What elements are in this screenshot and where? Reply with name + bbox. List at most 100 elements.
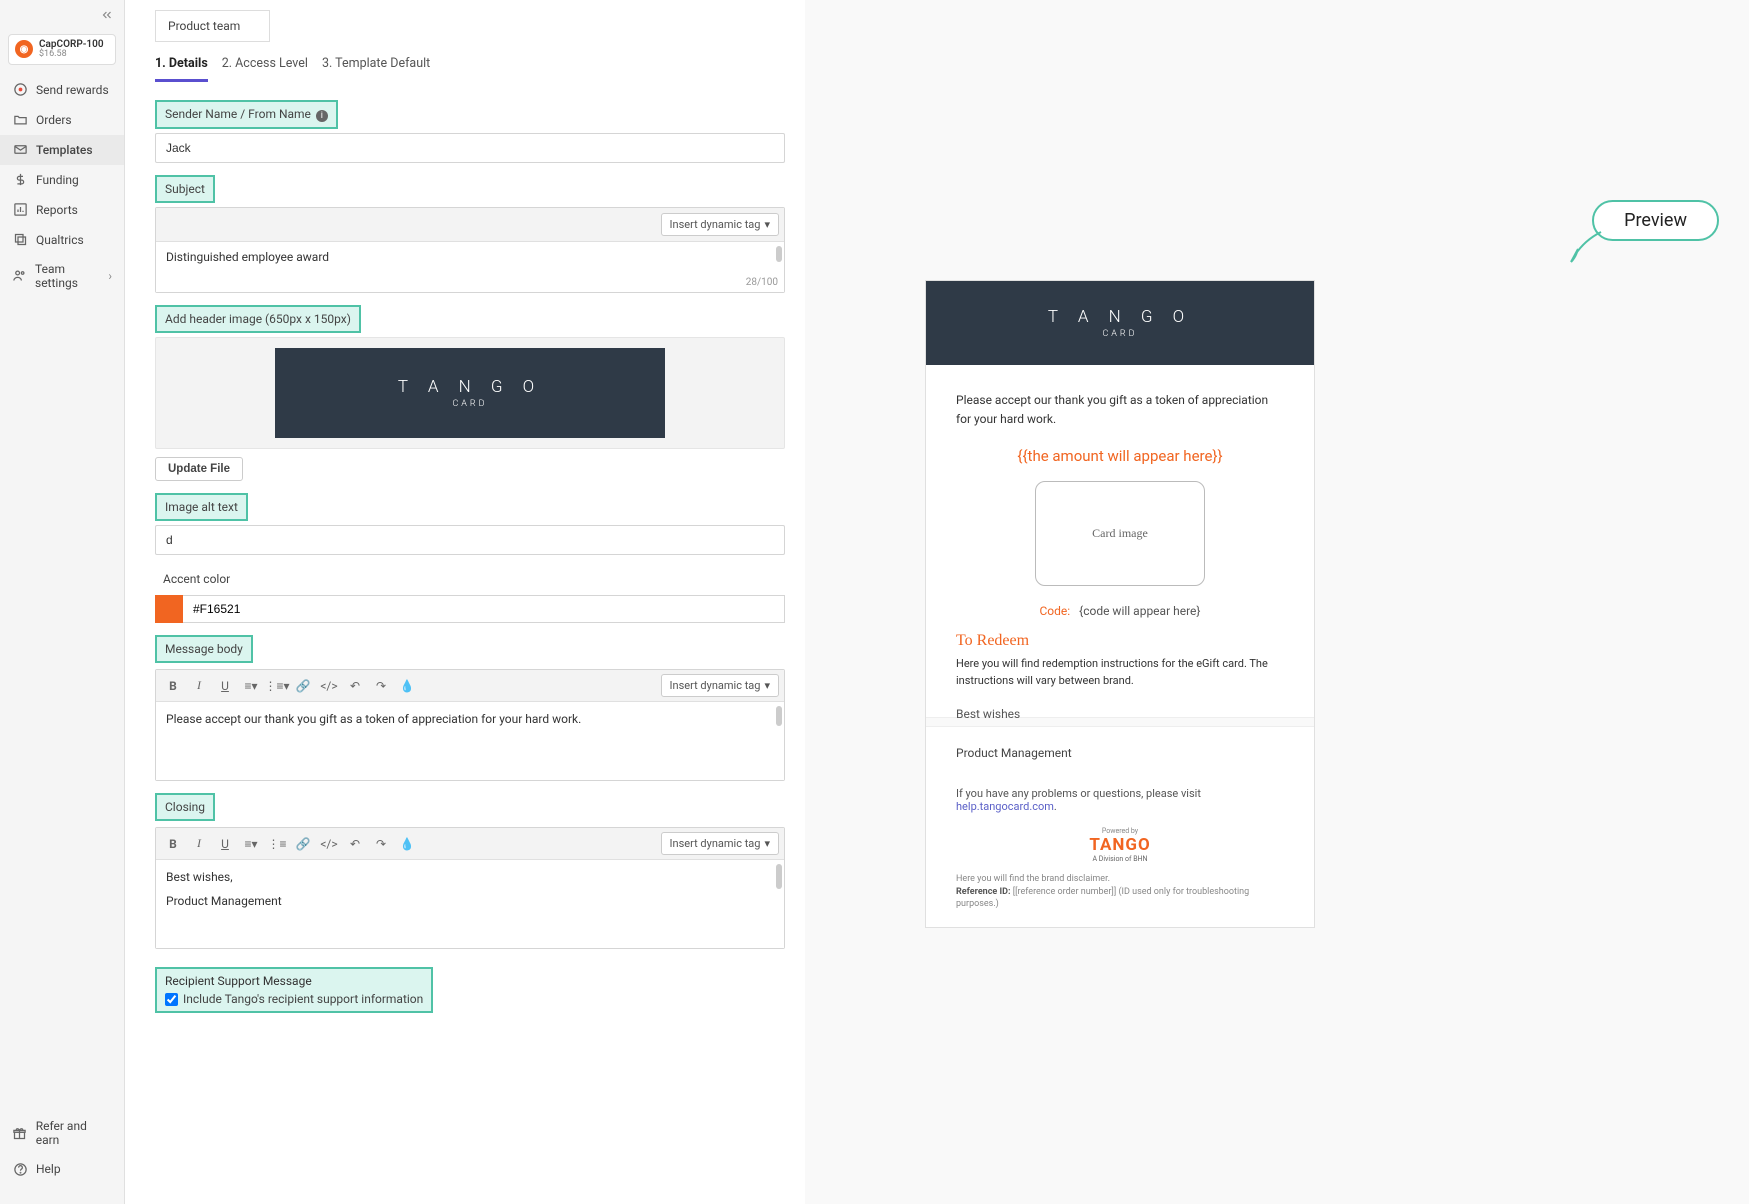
preview-closing: Product Management bbox=[956, 743, 1284, 765]
gift-icon bbox=[12, 1125, 28, 1141]
code-button[interactable]: </> bbox=[317, 833, 341, 855]
sidebar-item-send-rewards[interactable]: Send rewards bbox=[0, 75, 124, 105]
chevron-down-icon: ▾ bbox=[764, 218, 770, 231]
preview-message: Please accept our thank you gift as a to… bbox=[956, 391, 1284, 429]
preview-code-row: Code: {code will appear here} bbox=[956, 604, 1284, 618]
color-button[interactable]: 💧 bbox=[395, 833, 419, 855]
sidebar-item-help[interactable]: Help bbox=[0, 1154, 124, 1184]
preview-callout: Preview bbox=[1592, 200, 1719, 241]
accent-color-input[interactable] bbox=[183, 595, 785, 623]
template-name-field[interactable]: Product team bbox=[155, 10, 270, 42]
sidebar-item-qualtrics[interactable]: Qualtrics bbox=[0, 225, 124, 255]
include-support-checkbox-row[interactable]: Include Tango's recipient support inform… bbox=[165, 992, 423, 1006]
preview-redeem-text: Here you will find redemption instructio… bbox=[956, 656, 1284, 689]
label-alt-text: Image alt text bbox=[155, 493, 248, 521]
accent-color-swatch[interactable] bbox=[155, 595, 183, 623]
tab-details[interactable]: 1. Details bbox=[155, 56, 208, 82]
color-button[interactable]: 💧 bbox=[395, 675, 419, 697]
italic-button[interactable]: I bbox=[187, 833, 211, 855]
preview-redeem-title: To Redeem bbox=[956, 632, 1284, 650]
folder-icon bbox=[12, 112, 28, 128]
target-icon bbox=[12, 82, 28, 98]
redo-button[interactable]: ↷ bbox=[369, 675, 393, 697]
chevron-down-icon: ▾ bbox=[764, 837, 770, 850]
header-image-upload[interactable]: T A N G O CARD bbox=[155, 337, 785, 449]
org-logo-icon: ◉ bbox=[15, 40, 33, 58]
ordered-list-button[interactable]: ≡▾ bbox=[239, 833, 263, 855]
label-subject: Subject bbox=[155, 175, 215, 203]
scrollbar[interactable] bbox=[776, 246, 782, 262]
italic-button[interactable]: I bbox=[187, 675, 211, 697]
scrollbar[interactable] bbox=[776, 706, 782, 726]
users-icon bbox=[12, 268, 27, 284]
sidebar-label: Orders bbox=[36, 113, 72, 127]
label-sender: Sender Name / From Name i bbox=[155, 100, 338, 129]
sidebar-item-funding[interactable]: Funding bbox=[0, 165, 124, 195]
org-selector[interactable]: ◉ CapCORP-100 $16.58 bbox=[8, 34, 116, 65]
chart-icon bbox=[12, 202, 28, 218]
dollar-icon bbox=[12, 172, 28, 188]
sidebar-label: Funding bbox=[36, 173, 79, 187]
chevron-down-icon: ▾ bbox=[764, 679, 770, 692]
closing-input[interactable]: Best wishes, Product Management bbox=[156, 860, 784, 948]
code-button[interactable]: </> bbox=[317, 675, 341, 697]
tab-template-default[interactable]: 3. Template Default bbox=[322, 56, 430, 82]
bold-button[interactable]: B bbox=[161, 833, 185, 855]
subject-char-count: 28/100 bbox=[746, 277, 778, 288]
label-accent-color: Accent color bbox=[155, 567, 238, 591]
link-button[interactable]: 🔗 bbox=[291, 833, 315, 855]
info-icon[interactable]: i bbox=[316, 110, 328, 122]
undo-button[interactable]: ↶ bbox=[343, 833, 367, 855]
sidebar-collapse-button[interactable] bbox=[0, 8, 124, 32]
closing-toolbar: B I U ≡▾ ⋮≡ 🔗 </> ↶ ↷ 💧 Insert dynamic t… bbox=[156, 828, 784, 860]
undo-button[interactable]: ↶ bbox=[343, 675, 367, 697]
form-panel: Product team 1. Details 2. Access Level … bbox=[125, 0, 805, 1204]
message-body-input[interactable]: Please accept our thank you gift as a to… bbox=[156, 702, 784, 780]
label-closing: Closing bbox=[155, 793, 215, 821]
sidebar-item-refer[interactable]: Refer and earn bbox=[0, 1112, 124, 1154]
header-image-preview: T A N G O CARD bbox=[275, 348, 665, 438]
underline-button[interactable]: U bbox=[213, 833, 237, 855]
sidebar-item-orders[interactable]: Orders bbox=[0, 105, 124, 135]
label-message-body: Message body bbox=[155, 635, 253, 663]
label-header-image: Add header image (650px x 150px) bbox=[155, 305, 361, 333]
sidebar-item-templates[interactable]: Templates bbox=[0, 135, 124, 165]
underline-button[interactable]: U bbox=[213, 675, 237, 697]
insert-dynamic-tag-button[interactable]: Insert dynamic tag▾ bbox=[661, 213, 779, 236]
unordered-list-button[interactable]: ⋮≡▾ bbox=[265, 675, 289, 697]
tab-access-level[interactable]: 2. Access Level bbox=[222, 56, 308, 82]
preview-card-image: Card image bbox=[1035, 481, 1205, 586]
sender-input[interactable] bbox=[155, 133, 785, 163]
scrollbar[interactable] bbox=[776, 864, 782, 889]
update-file-button[interactable]: Update File bbox=[155, 457, 243, 481]
sidebar-label: Send rewards bbox=[36, 83, 109, 97]
insert-dynamic-tag-button[interactable]: Insert dynamic tag▾ bbox=[661, 832, 779, 855]
sidebar-label: Refer and earn bbox=[36, 1119, 112, 1147]
insert-dynamic-tag-button[interactable]: Insert dynamic tag▾ bbox=[661, 674, 779, 697]
preview-amount-placeholder: {{the amount will appear here}} bbox=[956, 447, 1284, 465]
preview-help-text: If you have any problems or questions, p… bbox=[956, 787, 1284, 813]
sidebar-item-reports[interactable]: Reports bbox=[0, 195, 124, 225]
org-balance: $16.58 bbox=[39, 50, 104, 60]
sidebar-label: Qualtrics bbox=[36, 233, 84, 247]
ordered-list-button[interactable]: ≡▾ bbox=[239, 675, 263, 697]
subject-input[interactable]: Distinguished employee award 28/100 bbox=[156, 242, 784, 292]
alt-text-input[interactable] bbox=[155, 525, 785, 555]
sidebar-item-team-settings[interactable]: Team settings › bbox=[0, 255, 124, 297]
recipient-support-block: Recipient Support Message Include Tango'… bbox=[155, 967, 433, 1013]
sidebar-label: Templates bbox=[36, 143, 93, 157]
preview-help-link[interactable]: help.tangocard.com bbox=[956, 800, 1054, 813]
sidebar-label: Team settings bbox=[35, 262, 100, 290]
sidebar-label: Help bbox=[36, 1162, 61, 1176]
unordered-list-button[interactable]: ⋮≡ bbox=[265, 833, 289, 855]
include-support-checkbox[interactable] bbox=[165, 993, 178, 1006]
message-body-toolbar: B I U ≡▾ ⋮≡▾ 🔗 </> ↶ ↷ 💧 Insert dynamic … bbox=[156, 670, 784, 702]
help-icon bbox=[12, 1161, 28, 1177]
bold-button[interactable]: B bbox=[161, 675, 185, 697]
redo-button[interactable]: ↷ bbox=[369, 833, 393, 855]
label-recipient-support: Recipient Support Message bbox=[165, 974, 423, 988]
link-button[interactable]: 🔗 bbox=[291, 675, 315, 697]
layers-icon bbox=[12, 232, 28, 248]
chevron-right-icon: › bbox=[108, 269, 112, 283]
envelope-icon bbox=[12, 142, 28, 158]
